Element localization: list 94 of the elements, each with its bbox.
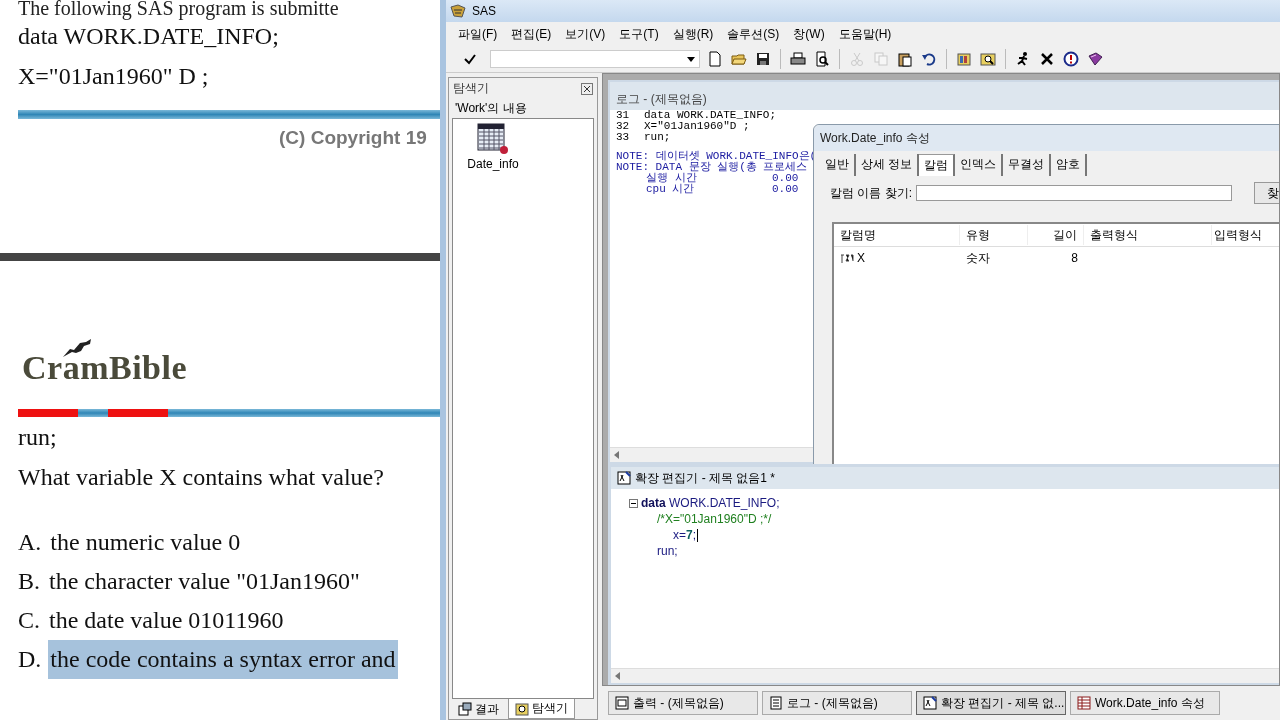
field-label: 칼럼 이름 찾기:: [830, 184, 912, 202]
cancel-icon[interactable]: [1039, 51, 1055, 67]
menu-item[interactable]: 편집(E): [505, 23, 560, 45]
explorer-icon: [515, 701, 529, 716]
log-note: 0.00: [772, 173, 799, 184]
accent-segment: [108, 409, 168, 417]
table-cell: 숫자: [966, 249, 990, 267]
scrollbar[interactable]: [611, 668, 1279, 683]
line-number: 32: [616, 121, 631, 132]
window-title: SAS: [472, 4, 496, 18]
menu-item[interactable]: 실행(R): [666, 23, 722, 45]
document-text: data WORK.DATE_INFO;: [17, 22, 280, 51]
menu-item[interactable]: 보기(V): [559, 23, 614, 45]
save-icon[interactable]: [755, 51, 771, 67]
column-header[interactable]: 길이: [1028, 225, 1084, 245]
table-cell: X: [857, 251, 865, 265]
copyright-text: (C) Copyright 19: [278, 127, 428, 149]
window-title: 확장 편집기 - 제목 없음1 *: [635, 469, 775, 487]
log-text: run;: [644, 132, 671, 143]
option-letter: D.: [18, 645, 42, 674]
folder-icon[interactable]: [731, 51, 747, 67]
option-text: the code contains a syntax error and: [48, 640, 398, 679]
menu-item[interactable]: 파일(F): [452, 23, 506, 45]
taskbar-button[interactable]: 출력 - (제목없음): [608, 691, 758, 715]
option-text: the numeric value 0: [49, 528, 242, 557]
panel-tab[interactable]: 탐색기: [508, 699, 575, 719]
line-number: 31: [616, 110, 631, 121]
option-text: the character value "01Jan1960": [48, 567, 361, 596]
question-text: run;: [17, 423, 58, 452]
menu-item[interactable]: 도움말(H): [832, 23, 900, 45]
document-text: X="01Jan1960" D ;: [17, 62, 210, 91]
panel-tab[interactable]: 결과: [451, 698, 506, 720]
scroll-left-icon[interactable]: [614, 451, 620, 459]
menu-item[interactable]: 창(W): [787, 23, 833, 45]
close-icon[interactable]: [581, 82, 593, 95]
log-note: cpu 시간: [645, 184, 695, 195]
code-line: run;: [657, 544, 678, 558]
log-text: X="01Jan1960"D ;: [644, 121, 750, 132]
code-line: data WORK.DATE_INFO;: [641, 496, 780, 510]
dataset-label[interactable]: Date_info: [467, 157, 519, 171]
line-number: 33: [616, 132, 631, 143]
exclamation-icon[interactable]: [1063, 51, 1079, 67]
table-cell: 8: [1071, 251, 1078, 265]
window-title: Work.Date_info 속성: [814, 125, 1279, 151]
print-preview-icon[interactable]: [814, 51, 830, 67]
panel-heading: 'Work'의 내용: [454, 100, 528, 117]
search-field[interactable]: [916, 185, 1232, 201]
log-text: data WORK.DATE_INFO;: [644, 110, 777, 121]
taskbar-button[interactable]: 확장 편집기 - 제목 없...: [916, 691, 1066, 715]
code-line: x=7;: [673, 528, 697, 542]
panel-title: 탐색기: [453, 80, 489, 97]
find-button[interactable]: 찾: [1254, 182, 1279, 204]
option-letter: C.: [18, 606, 40, 635]
log-note: NOTE: 데이터셋 WORK.DATE_INFO은(: [616, 151, 817, 162]
dropdown-arrow-icon: [687, 56, 695, 62]
option-letter: A.: [18, 528, 42, 557]
output-icon: [615, 696, 629, 710]
new-document-icon[interactable]: [707, 51, 723, 67]
tab[interactable]: 칼럼: [919, 154, 956, 176]
logo: CramBible: [22, 351, 188, 385]
app-icon: [450, 4, 466, 18]
editor-icon: [617, 471, 631, 485]
column-header[interactable]: 출력형식: [1084, 225, 1212, 245]
undo-icon[interactable]: [921, 51, 937, 67]
taskbar-button[interactable]: 로그 - (제목없음): [762, 691, 912, 715]
menu-item[interactable]: 솔루션(S): [721, 23, 788, 45]
editor-icon: [923, 696, 937, 710]
option-letter: B.: [18, 567, 40, 596]
command-field[interactable]: [490, 50, 700, 68]
question-text: What variable X contains what value?: [17, 463, 385, 492]
taskbar-button[interactable]: Work.Date_info 속성: [1070, 691, 1220, 715]
log-note: 0.00: [772, 184, 799, 195]
code-line: /*X="01Jan1960"D ;*/: [657, 512, 772, 526]
table-icon[interactable]: [477, 123, 509, 155]
column-header[interactable]: 칼럼명: [834, 225, 960, 245]
printer-icon[interactable]: [790, 51, 806, 67]
column-header[interactable]: 유형: [960, 225, 1028, 245]
explorer-icon[interactable]: [980, 51, 996, 67]
log-note: NOTE: DATA 문장 실행(총 프로세스: [616, 162, 808, 173]
library-icon[interactable]: [956, 51, 972, 67]
log-note: 실행 시간: [645, 173, 698, 184]
column-header[interactable]: 입력형식: [1212, 225, 1279, 245]
menu-item[interactable]: 도구(T): [613, 23, 667, 45]
code-editor[interactable]: data WORK.DATE_INFO; /*X="01Jan1960"D ;*/ x=7; run;: [611, 489, 1279, 668]
option-text: the date value 01011960: [48, 606, 285, 635]
table-icon: [1077, 696, 1091, 710]
numeric-icon: [840, 253, 854, 263]
clipboard-icon[interactable]: [897, 51, 913, 67]
accent-segment: [18, 409, 78, 417]
document-icon: [769, 696, 783, 710]
collapse-icon[interactable]: [629, 498, 638, 508]
window-title: 로그 - (제목없음): [610, 82, 1279, 110]
results-icon: [458, 702, 472, 716]
scroll-left-icon[interactable]: [615, 672, 621, 680]
